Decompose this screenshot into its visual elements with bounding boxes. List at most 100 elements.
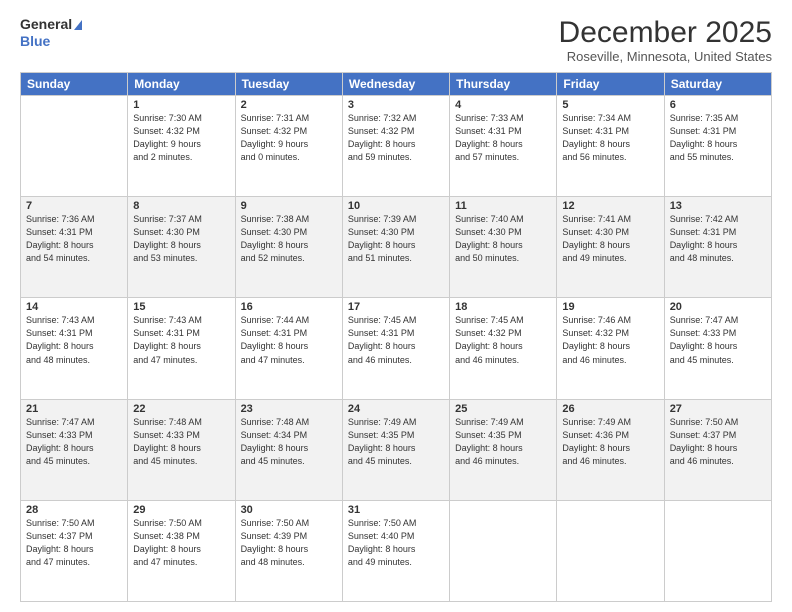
calendar-table: SundayMondayTuesdayWednesdayThursdayFrid… — [20, 72, 772, 602]
day-cell — [557, 500, 664, 601]
day-cell: 7Sunrise: 7:36 AM Sunset: 4:31 PM Daylig… — [21, 197, 128, 298]
day-cell: 26Sunrise: 7:49 AM Sunset: 4:36 PM Dayli… — [557, 399, 664, 500]
day-number: 22 — [133, 403, 229, 415]
day-number: 27 — [670, 403, 766, 415]
day-number: 24 — [348, 403, 444, 415]
day-number: 9 — [241, 200, 337, 212]
day-number: 14 — [26, 301, 122, 313]
week-row-2: 7Sunrise: 7:36 AM Sunset: 4:31 PM Daylig… — [21, 197, 772, 298]
month-title: December 2025 — [559, 16, 772, 49]
day-number: 11 — [455, 200, 551, 212]
day-number: 2 — [241, 99, 337, 111]
day-cell: 8Sunrise: 7:37 AM Sunset: 4:30 PM Daylig… — [128, 197, 235, 298]
day-info: Sunrise: 7:34 AM Sunset: 4:31 PM Dayligh… — [562, 112, 658, 164]
day-cell: 11Sunrise: 7:40 AM Sunset: 4:30 PM Dayli… — [450, 197, 557, 298]
day-info: Sunrise: 7:30 AM Sunset: 4:32 PM Dayligh… — [133, 112, 229, 164]
column-header-tuesday: Tuesday — [235, 73, 342, 96]
day-cell — [450, 500, 557, 601]
title-block: December 2025 Roseville, Minnesota, Unit… — [559, 16, 772, 64]
day-info: Sunrise: 7:45 AM Sunset: 4:31 PM Dayligh… — [348, 314, 444, 366]
day-number: 26 — [562, 403, 658, 415]
day-number: 17 — [348, 301, 444, 313]
day-number: 21 — [26, 403, 122, 415]
day-cell: 15Sunrise: 7:43 AM Sunset: 4:31 PM Dayli… — [128, 298, 235, 399]
day-info: Sunrise: 7:31 AM Sunset: 4:32 PM Dayligh… — [241, 112, 337, 164]
day-number: 1 — [133, 99, 229, 111]
week-row-5: 28Sunrise: 7:50 AM Sunset: 4:37 PM Dayli… — [21, 500, 772, 601]
day-info: Sunrise: 7:43 AM Sunset: 4:31 PM Dayligh… — [26, 314, 122, 366]
day-number: 12 — [562, 200, 658, 212]
day-info: Sunrise: 7:48 AM Sunset: 4:33 PM Dayligh… — [133, 416, 229, 468]
column-header-sunday: Sunday — [21, 73, 128, 96]
week-row-1: 1Sunrise: 7:30 AM Sunset: 4:32 PM Daylig… — [21, 96, 772, 197]
day-number: 28 — [26, 504, 122, 516]
day-info: Sunrise: 7:35 AM Sunset: 4:31 PM Dayligh… — [670, 112, 766, 164]
day-cell: 19Sunrise: 7:46 AM Sunset: 4:32 PM Dayli… — [557, 298, 664, 399]
day-number: 30 — [241, 504, 337, 516]
day-cell: 18Sunrise: 7:45 AM Sunset: 4:32 PM Dayli… — [450, 298, 557, 399]
day-number: 7 — [26, 200, 122, 212]
column-header-friday: Friday — [557, 73, 664, 96]
logo-text-block: General Blue — [20, 16, 82, 50]
day-cell: 31Sunrise: 7:50 AM Sunset: 4:40 PM Dayli… — [342, 500, 449, 601]
day-info: Sunrise: 7:33 AM Sunset: 4:31 PM Dayligh… — [455, 112, 551, 164]
day-cell: 23Sunrise: 7:48 AM Sunset: 4:34 PM Dayli… — [235, 399, 342, 500]
day-cell: 9Sunrise: 7:38 AM Sunset: 4:30 PM Daylig… — [235, 197, 342, 298]
day-info: Sunrise: 7:50 AM Sunset: 4:37 PM Dayligh… — [670, 416, 766, 468]
location: Roseville, Minnesota, United States — [559, 49, 772, 64]
day-info: Sunrise: 7:49 AM Sunset: 4:36 PM Dayligh… — [562, 416, 658, 468]
day-cell: 28Sunrise: 7:50 AM Sunset: 4:37 PM Dayli… — [21, 500, 128, 601]
day-info: Sunrise: 7:49 AM Sunset: 4:35 PM Dayligh… — [348, 416, 444, 468]
day-cell: 2Sunrise: 7:31 AM Sunset: 4:32 PM Daylig… — [235, 96, 342, 197]
day-info: Sunrise: 7:47 AM Sunset: 4:33 PM Dayligh… — [26, 416, 122, 468]
logo-triangle-icon — [74, 20, 82, 30]
day-cell: 1Sunrise: 7:30 AM Sunset: 4:32 PM Daylig… — [128, 96, 235, 197]
day-info: Sunrise: 7:41 AM Sunset: 4:30 PM Dayligh… — [562, 213, 658, 265]
column-header-wednesday: Wednesday — [342, 73, 449, 96]
day-cell: 10Sunrise: 7:39 AM Sunset: 4:30 PM Dayli… — [342, 197, 449, 298]
day-info: Sunrise: 7:38 AM Sunset: 4:30 PM Dayligh… — [241, 213, 337, 265]
day-number: 4 — [455, 99, 551, 111]
day-cell: 5Sunrise: 7:34 AM Sunset: 4:31 PM Daylig… — [557, 96, 664, 197]
day-number: 8 — [133, 200, 229, 212]
day-info: Sunrise: 7:39 AM Sunset: 4:30 PM Dayligh… — [348, 213, 444, 265]
day-number: 31 — [348, 504, 444, 516]
day-cell: 17Sunrise: 7:45 AM Sunset: 4:31 PM Dayli… — [342, 298, 449, 399]
day-info: Sunrise: 7:50 AM Sunset: 4:39 PM Dayligh… — [241, 517, 337, 569]
day-cell: 25Sunrise: 7:49 AM Sunset: 4:35 PM Dayli… — [450, 399, 557, 500]
column-header-saturday: Saturday — [664, 73, 771, 96]
day-number: 20 — [670, 301, 766, 313]
header-row: SundayMondayTuesdayWednesdayThursdayFrid… — [21, 73, 772, 96]
day-info: Sunrise: 7:32 AM Sunset: 4:32 PM Dayligh… — [348, 112, 444, 164]
day-cell: 4Sunrise: 7:33 AM Sunset: 4:31 PM Daylig… — [450, 96, 557, 197]
day-number: 6 — [670, 99, 766, 111]
day-number: 25 — [455, 403, 551, 415]
day-info: Sunrise: 7:37 AM Sunset: 4:30 PM Dayligh… — [133, 213, 229, 265]
day-cell: 16Sunrise: 7:44 AM Sunset: 4:31 PM Dayli… — [235, 298, 342, 399]
day-info: Sunrise: 7:43 AM Sunset: 4:31 PM Dayligh… — [133, 314, 229, 366]
day-number: 13 — [670, 200, 766, 212]
day-cell — [664, 500, 771, 601]
day-cell: 12Sunrise: 7:41 AM Sunset: 4:30 PM Dayli… — [557, 197, 664, 298]
day-cell: 14Sunrise: 7:43 AM Sunset: 4:31 PM Dayli… — [21, 298, 128, 399]
day-cell: 21Sunrise: 7:47 AM Sunset: 4:33 PM Dayli… — [21, 399, 128, 500]
day-cell: 3Sunrise: 7:32 AM Sunset: 4:32 PM Daylig… — [342, 96, 449, 197]
day-number: 15 — [133, 301, 229, 313]
day-cell: 6Sunrise: 7:35 AM Sunset: 4:31 PM Daylig… — [664, 96, 771, 197]
day-info: Sunrise: 7:50 AM Sunset: 4:38 PM Dayligh… — [133, 517, 229, 569]
day-info: Sunrise: 7:48 AM Sunset: 4:34 PM Dayligh… — [241, 416, 337, 468]
page: General Blue December 2025 Roseville, Mi… — [0, 0, 792, 612]
day-number: 23 — [241, 403, 337, 415]
day-cell: 27Sunrise: 7:50 AM Sunset: 4:37 PM Dayli… — [664, 399, 771, 500]
week-row-3: 14Sunrise: 7:43 AM Sunset: 4:31 PM Dayli… — [21, 298, 772, 399]
day-number: 3 — [348, 99, 444, 111]
day-info: Sunrise: 7:44 AM Sunset: 4:31 PM Dayligh… — [241, 314, 337, 366]
column-header-monday: Monday — [128, 73, 235, 96]
day-cell: 30Sunrise: 7:50 AM Sunset: 4:39 PM Dayli… — [235, 500, 342, 601]
day-info: Sunrise: 7:47 AM Sunset: 4:33 PM Dayligh… — [670, 314, 766, 366]
day-cell: 13Sunrise: 7:42 AM Sunset: 4:31 PM Dayli… — [664, 197, 771, 298]
day-cell: 20Sunrise: 7:47 AM Sunset: 4:33 PM Dayli… — [664, 298, 771, 399]
header: General Blue December 2025 Roseville, Mi… — [20, 16, 772, 64]
day-info: Sunrise: 7:46 AM Sunset: 4:32 PM Dayligh… — [562, 314, 658, 366]
day-number: 10 — [348, 200, 444, 212]
